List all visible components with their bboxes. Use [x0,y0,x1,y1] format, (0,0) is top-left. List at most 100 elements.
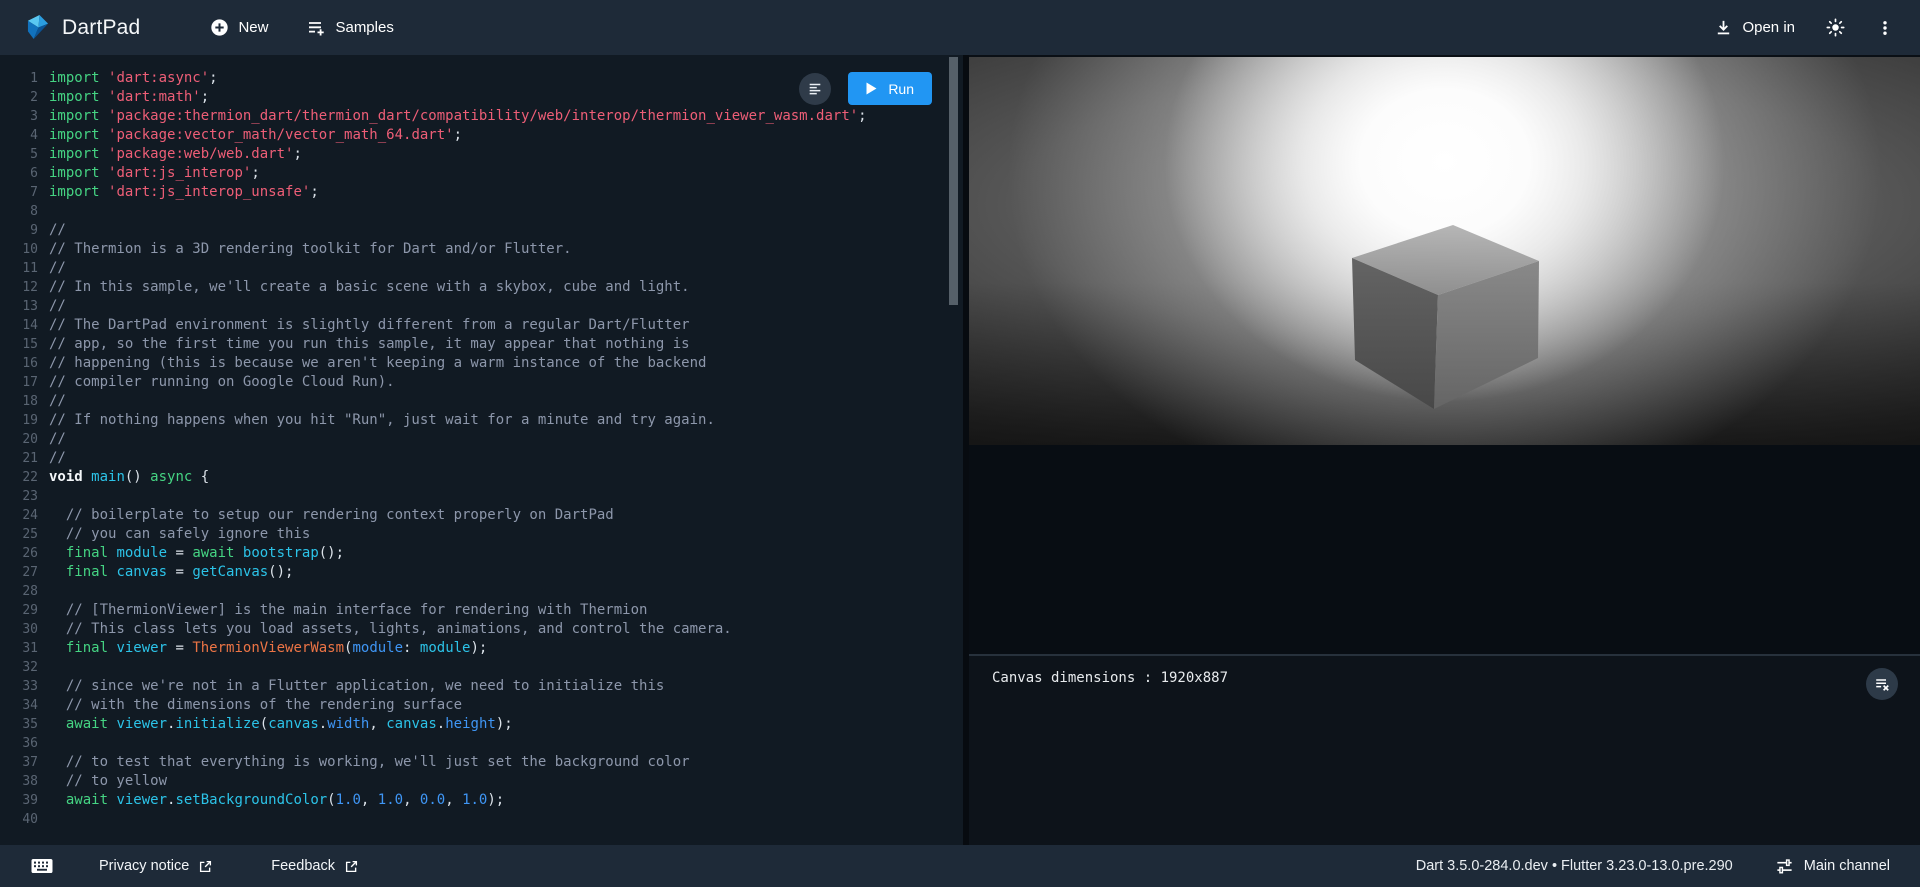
code-line-text: // you can safely ignore this [49,525,310,544]
code-line[interactable]: 20// [0,430,963,449]
channel-selector[interactable]: Main channel [1775,857,1890,876]
line-number: 13 [0,297,49,316]
code-line-text: // with the dimensions of the rendering … [49,696,462,715]
line-number: 5 [0,145,49,164]
line-number: 37 [0,753,49,772]
samples-button-label: Samples [335,19,393,36]
theme-toggle-button[interactable] [1825,17,1846,38]
output-panel: Canvas dimensions : 1920x887 [969,55,1920,845]
format-button[interactable] [799,73,831,105]
samples-button[interactable]: Samples [306,18,393,38]
code-line[interactable]: 38 // to yellow [0,772,963,791]
line-number: 25 [0,525,49,544]
line-number: 26 [0,544,49,563]
code-line-text: // This class lets you load assets, ligh… [49,620,732,639]
code-line[interactable]: 36 [0,734,963,753]
line-number: 28 [0,582,49,601]
code-line-text: // [49,259,66,278]
render-canvas [969,57,1920,445]
code-line[interactable]: 6import 'dart:js_interop'; [0,164,963,183]
code-line-text: // compiler running on Google Cloud Run)… [49,373,395,392]
keyboard-shortcuts-button[interactable] [31,858,53,874]
dartpad-logo-icon [26,14,51,41]
code-line[interactable]: 27 final canvas = getCanvas(); [0,563,963,582]
code-line-text: // Thermion is a 3D rendering toolkit fo… [49,240,572,259]
line-number: 24 [0,506,49,525]
code-line[interactable]: 40 [0,810,963,829]
code-line[interactable]: 19// If nothing happens when you hit "Ru… [0,411,963,430]
download-icon [1714,18,1733,37]
open-in-button[interactable]: Open in [1714,18,1795,37]
line-number: 3 [0,107,49,126]
code-line-text: // [49,430,66,449]
code-line[interactable]: 11// [0,259,963,278]
code-line-text: // [49,297,66,316]
code-line[interactable]: 5import 'package:web/web.dart'; [0,145,963,164]
code-line[interactable]: 22void main() async { [0,468,963,487]
code-area[interactable]: 1import 'dart:async';2import 'dart:math'… [0,55,963,845]
code-line-text: final module = await bootstrap(); [49,544,344,563]
code-line[interactable]: 14// The DartPad environment is slightly… [0,316,963,335]
feedback-link[interactable]: Feedback [271,858,359,874]
privacy-notice-link[interactable]: Privacy notice [99,858,213,874]
code-line-text: // [49,221,66,240]
line-number: 16 [0,354,49,373]
run-button[interactable]: Run [848,72,932,105]
code-line[interactable]: 26 final module = await bootstrap(); [0,544,963,563]
code-line[interactable]: 34 // with the dimensions of the renderi… [0,696,963,715]
code-line[interactable]: 28 [0,582,963,601]
code-line[interactable]: 18// [0,392,963,411]
brightness-icon [1825,17,1846,38]
code-line[interactable]: 3import 'package:thermion_dart/thermion_… [0,107,963,126]
code-line[interactable]: 23 [0,487,963,506]
line-number: 4 [0,126,49,145]
code-line[interactable]: 30 // This class lets you load assets, l… [0,620,963,639]
frame-background [969,445,1920,654]
editor-scrollbar[interactable] [949,57,958,305]
line-number: 18 [0,392,49,411]
code-line-text: import 'package:thermion_dart/thermion_d… [49,107,867,126]
channel-label: Main channel [1804,858,1890,874]
code-line[interactable]: 8 [0,202,963,221]
code-line[interactable]: 24 // boilerplate to setup our rendering… [0,506,963,525]
code-line[interactable]: 15// app, so the first time you run this… [0,335,963,354]
code-line[interactable]: 35 await viewer.initialize(canvas.width,… [0,715,963,734]
app-title: DartPad [62,16,140,40]
code-line[interactable]: 10// Thermion is a 3D rendering toolkit … [0,240,963,259]
keyboard-icon [31,858,53,874]
code-line[interactable]: 25 // you can safely ignore this [0,525,963,544]
code-line[interactable]: 9// [0,221,963,240]
code-line-text: final canvas = getCanvas(); [49,563,293,582]
code-line[interactable]: 4import 'package:vector_math/vector_math… [0,126,963,145]
cube-3d-render [969,57,1920,445]
code-line[interactable]: 39 await viewer.setBackgroundColor(1.0, … [0,791,963,810]
code-line-text: import 'dart:async'; [49,69,218,88]
clear-console-button[interactable] [1866,668,1898,700]
line-number: 7 [0,183,49,202]
line-number: 10 [0,240,49,259]
code-line[interactable]: 37 // to test that everything is working… [0,753,963,772]
code-line[interactable]: 7import 'dart:js_interop_unsafe'; [0,183,963,202]
line-number: 9 [0,221,49,240]
code-line[interactable]: 16// happening (this is because we aren'… [0,354,963,373]
code-line[interactable]: 29 // [ThermionViewer] is the main inter… [0,601,963,620]
line-number: 2 [0,88,49,107]
line-number: 27 [0,563,49,582]
code-line[interactable]: 31 final viewer = ThermionViewerWasm(mod… [0,639,963,658]
line-number: 11 [0,259,49,278]
code-line-text: // The DartPad environment is slightly d… [49,316,690,335]
code-line-text: import 'dart:js_interop'; [49,164,260,183]
code-line[interactable]: 33 // since we're not in a Flutter appli… [0,677,963,696]
code-line[interactable]: 32 [0,658,963,677]
code-line[interactable]: 13// [0,297,963,316]
code-line[interactable]: 12// In this sample, we'll create a basi… [0,278,963,297]
overflow-menu-button[interactable] [1876,18,1894,38]
code-line[interactable]: 21// [0,449,963,468]
code-line-text: import 'dart:math'; [49,88,209,107]
line-number: 17 [0,373,49,392]
line-number: 8 [0,202,49,221]
new-button[interactable]: New [210,18,268,37]
code-line-text: // to yellow [49,772,167,791]
code-line[interactable]: 17// compiler running on Google Cloud Ru… [0,373,963,392]
status-bar: Privacy notice Feedback Dart 3.5.0-284.0… [0,845,1920,887]
